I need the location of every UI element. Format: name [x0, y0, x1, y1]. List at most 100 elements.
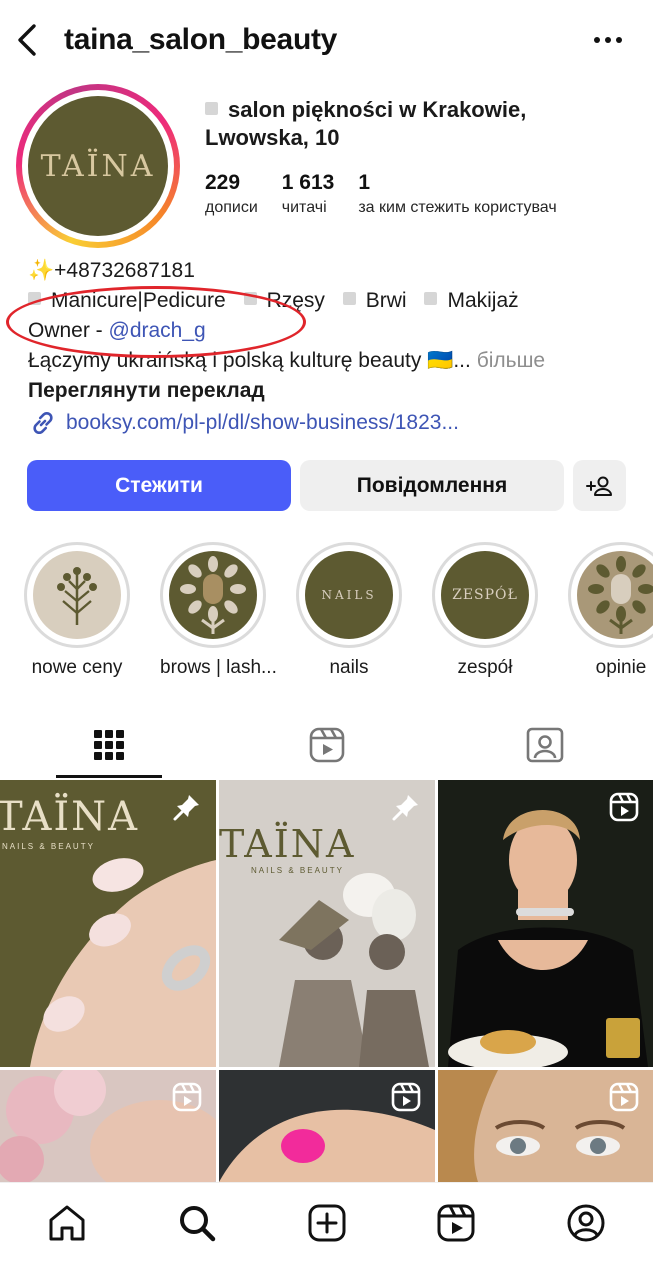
more-options-button[interactable]: [586, 22, 630, 58]
highlight-cover: [169, 551, 257, 639]
stat-following-label: за ким стежить користувач: [358, 199, 557, 216]
stat-following[interactable]: 1 за ким стежить користувач: [358, 170, 556, 220]
reels-icon: [172, 1082, 202, 1112]
stat-followers-value: 1 613: [281, 171, 335, 194]
pin-icon: [392, 795, 418, 821]
bio-link-text: booksy.com/pl-pl/dl/show-business/1823..…: [66, 411, 459, 434]
post-tile[interactable]: TAÏNA NAILS & BEAUTY: [0, 780, 216, 1067]
stat-followers[interactable]: 1 613 читачі: [282, 170, 335, 220]
pin-icon: [173, 795, 199, 821]
profile-stats: 229 дописи 1 613 читачі 1 за ким стежить…: [205, 170, 581, 220]
service-makeup: Makijaż: [447, 289, 519, 312]
highlight-cover: NAILS: [305, 551, 393, 639]
service-lashes: Rzęsy: [266, 289, 325, 312]
reels-icon: [609, 792, 639, 822]
tab-tagged[interactable]: [436, 712, 653, 778]
highlight-cover: [577, 551, 653, 639]
highlight-ring: [24, 542, 130, 648]
stat-following-value: 1: [358, 171, 371, 194]
post-tile[interactable]: [438, 780, 653, 1067]
highlight-nowe-ceny[interactable]: nowe ceny: [24, 542, 130, 680]
follow-button[interactable]: Стежити: [27, 460, 291, 511]
nav-home[interactable]: [45, 1201, 89, 1245]
nav-profile[interactable]: [564, 1201, 608, 1245]
profile-category: salon piękności w Krakowie, Lwowska, 10: [205, 96, 625, 152]
branch-icon: [57, 567, 97, 625]
reels-icon: [309, 727, 345, 763]
stat-posts-value: 229: [205, 171, 241, 194]
owner-mention-link[interactable]: @drach_g: [109, 319, 206, 342]
nav-search[interactable]: [175, 1201, 219, 1245]
avatar[interactable]: TAÏNA: [28, 96, 168, 236]
tab-grid[interactable]: [0, 712, 218, 778]
post-tile[interactable]: [438, 1070, 653, 1182]
profile-tabs: [0, 712, 653, 778]
link-icon: [28, 408, 58, 438]
message-button[interactable]: Повідомлення: [300, 460, 564, 511]
highlight-brows-lash[interactable]: brows | lash...: [160, 542, 277, 680]
stat-posts[interactable]: 229 дописи: [205, 170, 258, 220]
add-user-button[interactable]: [573, 460, 626, 511]
highlight-cover: [33, 551, 121, 639]
sunflower-icon: [588, 556, 653, 634]
square-icon: [28, 292, 41, 305]
reels-icon: [437, 1204, 475, 1242]
bio-tagline: Łączymy ukraińską i polską kulturę beaut…: [28, 346, 628, 376]
highlight-cover-text: ZESPÓŁ: [452, 587, 518, 603]
tagline-text: Łączymy ukraińską i polską kulturę beaut…: [28, 349, 471, 372]
sunflower-icon: [180, 556, 246, 634]
square-icon: [424, 292, 438, 305]
add-user-icon: [585, 476, 612, 496]
bio-external-link[interactable]: booksy.com/pl-pl/dl/show-business/1823..…: [28, 408, 628, 438]
tab-reels[interactable]: [218, 712, 436, 778]
see-translation-link[interactable]: Переглянути переклад: [28, 376, 628, 406]
active-tab-indicator: [56, 775, 162, 778]
post-tile[interactable]: [0, 1070, 216, 1182]
highlight-cover-text: NAILS: [321, 588, 377, 602]
back-button[interactable]: [10, 20, 44, 60]
bio-owner: Owner - @drach_g: [28, 316, 628, 346]
more-horizontal-icon: [594, 37, 622, 43]
profile-header: taina_salon_beauty: [0, 0, 653, 80]
home-icon: [49, 1205, 85, 1241]
highlight-label: nails: [329, 657, 369, 678]
highlight-ring: [160, 542, 266, 648]
bio-more-link[interactable]: більше: [477, 349, 545, 372]
profile-username: taina_salon_beauty: [64, 23, 338, 56]
bottom-navigation: [0, 1182, 653, 1280]
chevron-left-icon: [18, 24, 36, 56]
post-tile[interactable]: TAÏNA NAILS & BEAUTY: [219, 780, 435, 1067]
highlight-zespol[interactable]: ZESPÓŁ zespół: [432, 542, 538, 680]
nav-reels[interactable]: [434, 1201, 478, 1245]
highlight-cover: ZESPÓŁ: [441, 551, 529, 639]
highlight-label: opinie: [595, 657, 647, 678]
post-tile[interactable]: [219, 1070, 435, 1182]
reels-icon: [609, 1082, 639, 1112]
reels-icon: [391, 1082, 421, 1112]
category-text: salon piękności w Krakowie, Lwowska, 10: [205, 97, 527, 150]
story-ring[interactable]: TAÏNA: [16, 84, 180, 248]
stat-posts-label: дописи: [205, 199, 258, 216]
post-vintage-photo: [279, 873, 429, 1067]
profile-bio: ✨+48732687181 Manicure|Pedicure Rzęsy Br…: [28, 256, 628, 438]
avatar-brand-text: TAÏNA: [40, 148, 156, 184]
highlight-label: zespół: [457, 657, 513, 678]
create-icon: [308, 1204, 346, 1242]
highlight-ring: NAILS: [296, 542, 402, 648]
highlight-ring: [568, 542, 653, 648]
highlight-nails[interactable]: NAILS nails: [296, 542, 402, 680]
highlight-ring: ZESPÓŁ: [432, 542, 538, 648]
profile-icon: [567, 1204, 605, 1242]
highlight-opinie[interactable]: opinie: [568, 542, 653, 680]
post-hand-illustration: [30, 858, 216, 1067]
service-brows: Brwi: [365, 289, 407, 312]
tagged-user-icon: [526, 727, 564, 763]
search-icon: [180, 1206, 216, 1242]
square-icon: [243, 292, 257, 305]
category-square-icon: [205, 102, 218, 115]
square-icon: [342, 292, 356, 305]
highlight-label: nowe ceny: [31, 657, 123, 678]
nav-create[interactable]: [305, 1201, 349, 1245]
grid-icon: [94, 730, 124, 760]
bio-services: Manicure|Pedicure Rzęsy Brwi Makijaż: [28, 286, 628, 316]
